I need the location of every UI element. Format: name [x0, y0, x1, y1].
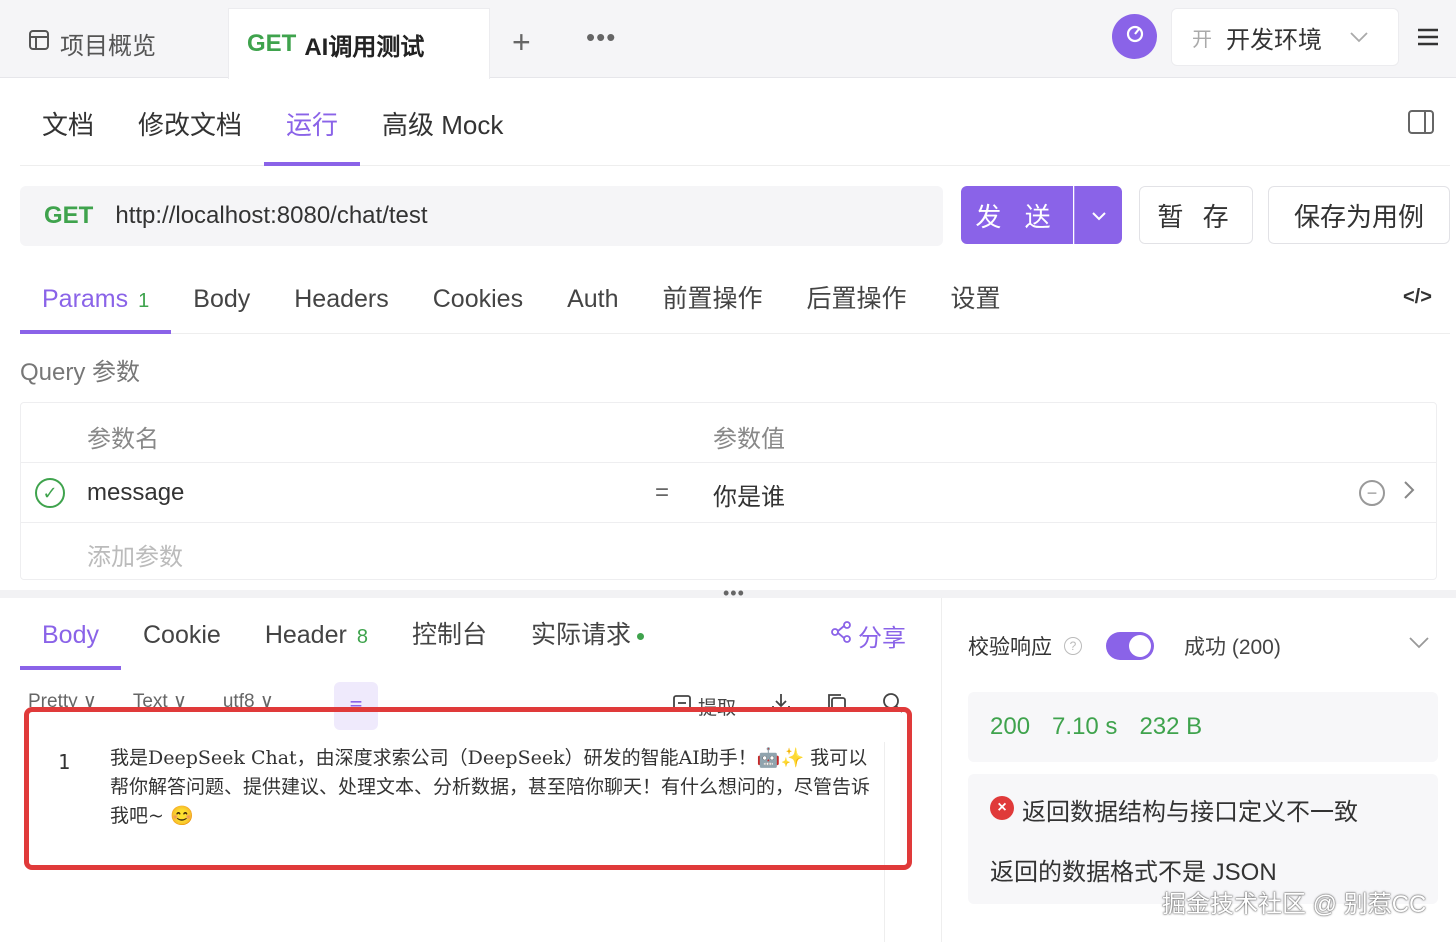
request-param-tabs: Params 1 Body Headers Cookies Auth 前置操作 后… [20, 266, 1450, 334]
error-title: 返回数据结构与接口定义不一致 [1022, 799, 1358, 826]
sync-button[interactable] [1112, 14, 1157, 59]
header-count-badge: 8 [356, 626, 368, 648]
url-bar[interactable]: GET http://localhost:8080/chat/test [20, 186, 943, 246]
tab-settings[interactable]: 设置 [929, 266, 1023, 334]
send-options-button[interactable] [1074, 186, 1122, 244]
drag-handle-icon[interactable]: ••• [723, 583, 745, 604]
chevron-down-icon[interactable] [1408, 630, 1430, 656]
code-icon[interactable]: </> [1403, 286, 1432, 309]
env-name: 开发环境 [1226, 26, 1322, 54]
tab-advanced-mock[interactable]: 高级 Mock [360, 96, 525, 166]
status-dot [636, 632, 644, 640]
query-section-title: Query 参数 [20, 359, 141, 386]
chevron-down-icon [1350, 26, 1368, 49]
error-icon: × [990, 796, 1014, 820]
tab-cookies[interactable]: Cookies [411, 266, 545, 334]
params-table: 参数名 参数值 ✓ message = 你是谁 − 添加参数 [20, 402, 1437, 580]
verify-toggle[interactable] [1106, 632, 1154, 660]
sub-tabs: 文档 修改文档 运行 高级 Mock [20, 96, 1450, 166]
save-as-case-button[interactable]: 保存为用例 [1268, 186, 1450, 244]
tab-actual-request[interactable]: 实际请求 [509, 604, 666, 670]
tab-label: Header [264, 621, 347, 649]
env-tag: 开 [1192, 28, 1212, 51]
hamburger-icon [1417, 22, 1439, 53]
equals-sign: = [655, 479, 670, 506]
tab-edit-docs[interactable]: 修改文档 [116, 96, 264, 166]
tab-body[interactable]: Body [171, 266, 272, 334]
remove-icon[interactable]: − [1359, 480, 1385, 506]
tab-response-body[interactable]: Body [20, 604, 121, 670]
tab-auth[interactable]: Auth [545, 266, 640, 334]
method-badge: GET [247, 30, 297, 57]
tab-pre-operations[interactable]: 前置操作 [641, 266, 785, 334]
highlight-annotation [24, 707, 912, 870]
response-tabs: Body Cookie Header 8 控制台 实际请求 [20, 604, 920, 670]
tab-run[interactable]: 运行 [264, 96, 361, 166]
side-panel-toggle-icon[interactable] [1408, 110, 1434, 134]
table-header: 参数名 参数值 [21, 403, 1436, 463]
response-time: 7.10 s [1052, 713, 1118, 740]
verify-status: 成功 (200) [1184, 636, 1281, 659]
url-input[interactable]: http://localhost:8080/chat/test [115, 202, 427, 230]
share-label: 分享 [858, 625, 906, 652]
layout-icon [28, 29, 50, 58]
chevron-down-icon [1091, 205, 1106, 226]
sync-icon [1124, 23, 1146, 51]
environment-select[interactable]: 开 开发环境 [1171, 8, 1399, 66]
send-button[interactable]: 发 送 [961, 186, 1073, 244]
tab-headers[interactable]: Headers [272, 266, 411, 334]
menu-button[interactable] [1400, 8, 1456, 66]
tab-docs[interactable]: 文档 [20, 96, 116, 166]
tab-post-operations[interactable]: 后置操作 [785, 266, 929, 334]
more-tabs-button[interactable]: ••• [586, 22, 616, 53]
status-code: 200 [990, 713, 1031, 740]
tab-response-cookie[interactable]: Cookie [121, 604, 243, 670]
col-param-name: 参数名 [87, 426, 159, 453]
tab-response-header[interactable]: Header 8 [243, 604, 390, 670]
table-row: ✓ message = 你是谁 − [21, 463, 1436, 523]
error-detail: 返回的数据格式不是 JSON [990, 859, 1277, 886]
add-param-input[interactable]: 添加参数 [87, 537, 183, 572]
tab-label: 项目概览 [60, 32, 156, 60]
tab-project-overview[interactable]: 项目概览 [0, 8, 228, 78]
chevron-right-icon[interactable] [1403, 479, 1415, 506]
method-select[interactable]: GET [44, 202, 93, 230]
tab-ai-test[interactable]: GET AI调用测试 [228, 8, 490, 79]
share-button[interactable]: 分享 [830, 618, 906, 653]
help-icon[interactable]: ? [1064, 637, 1082, 655]
tab-params[interactable]: Params 1 [20, 266, 172, 334]
tab-label: Params [42, 284, 129, 313]
save-draft-button[interactable]: 暂 存 [1139, 186, 1253, 244]
param-value-input[interactable]: 你是谁 [713, 477, 785, 512]
response-metrics: 200 7.10 s 232 B [968, 692, 1438, 762]
col-param-value: 参数值 [713, 426, 785, 453]
tab-label: AI调用测试 [304, 33, 425, 61]
check-icon[interactable]: ✓ [35, 478, 65, 508]
share-icon [830, 621, 852, 650]
response-size: 232 B [1139, 713, 1203, 740]
params-count-badge: 1 [138, 289, 150, 312]
tab-console[interactable]: 控制台 [390, 604, 509, 670]
verify-response-row: 校验响应 ? 成功 (200) [968, 626, 1438, 666]
vertical-divider [941, 598, 942, 942]
verify-label: 校验响应 [968, 636, 1052, 659]
tab-label: 实际请求 [530, 621, 631, 649]
watermark: 掘金技术社区 @ 别惹CC [1162, 891, 1427, 918]
new-tab-button[interactable]: + [512, 24, 531, 60]
param-name-input[interactable]: message [87, 479, 184, 507]
